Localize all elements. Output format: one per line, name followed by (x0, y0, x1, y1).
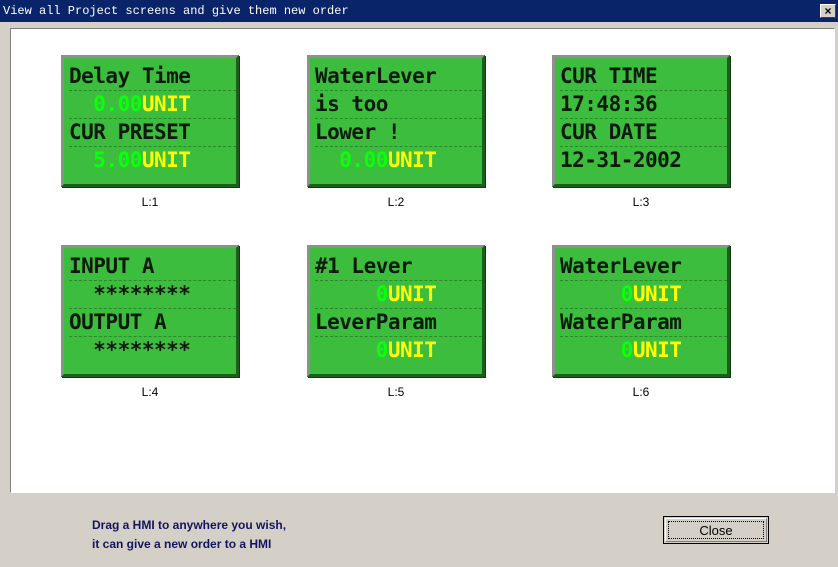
hmi-lcd: WaterLever is too Lower ! 0.00UNIT (307, 55, 485, 187)
hmi-lcd: #1 Lever 0UNIT LeverParam 0UNIT (307, 245, 485, 377)
hint-line-2: it can give a new order to a HMI (92, 537, 272, 551)
close-button[interactable]: Close (663, 516, 769, 544)
hmi-lcd: Delay Time 0.00UNIT CUR PRESET 5.00UNIT (61, 55, 239, 187)
screen-order-label: L:1 (141, 195, 159, 209)
hmi-screen-1[interactable]: Delay Time 0.00UNIT CUR PRESET 5.00UNIT (61, 55, 239, 187)
close-button-label: Close (668, 521, 764, 539)
hmi-screen-5[interactable]: #1 Lever 0UNIT LeverParam 0UNIT (307, 245, 485, 377)
hmi-screen-4[interactable]: INPUT A ******** OUTPUT A ******** (61, 245, 239, 377)
screen-order-label: L:2 (387, 195, 405, 209)
hmi-lcd: WaterLever 0UNIT WaterParam 0UNIT (552, 245, 730, 377)
hmi-screen-3[interactable]: CUR TIME 17:48:36 CUR DATE 12-31-2002 (552, 55, 730, 187)
close-window-icon[interactable]: × (820, 4, 836, 18)
title-bar: View all Project screens and give them n… (0, 0, 838, 22)
hmi-screen-2[interactable]: WaterLever is too Lower ! 0.00UNIT (307, 55, 485, 187)
screens-panel: Delay Time 0.00UNIT CUR PRESET 5.00UNIT … (10, 28, 835, 493)
screen-order-label: L:5 (387, 385, 405, 399)
screen-order-label: L:6 (632, 385, 650, 399)
hmi-lcd: INPUT A ******** OUTPUT A ******** (61, 245, 239, 377)
screen-order-label: L:4 (141, 385, 159, 399)
screen-order-label: L:3 (632, 195, 650, 209)
drag-hint: Drag a HMI to anywhere you wish, it can … (92, 516, 286, 554)
hint-line-1: Drag a HMI to anywhere you wish, (92, 518, 287, 532)
hmi-screen-6[interactable]: WaterLever 0UNIT WaterParam 0UNIT (552, 245, 730, 377)
hmi-lcd: CUR TIME 17:48:36 CUR DATE 12-31-2002 (552, 55, 730, 187)
window-title: View all Project screens and give them n… (3, 4, 349, 18)
